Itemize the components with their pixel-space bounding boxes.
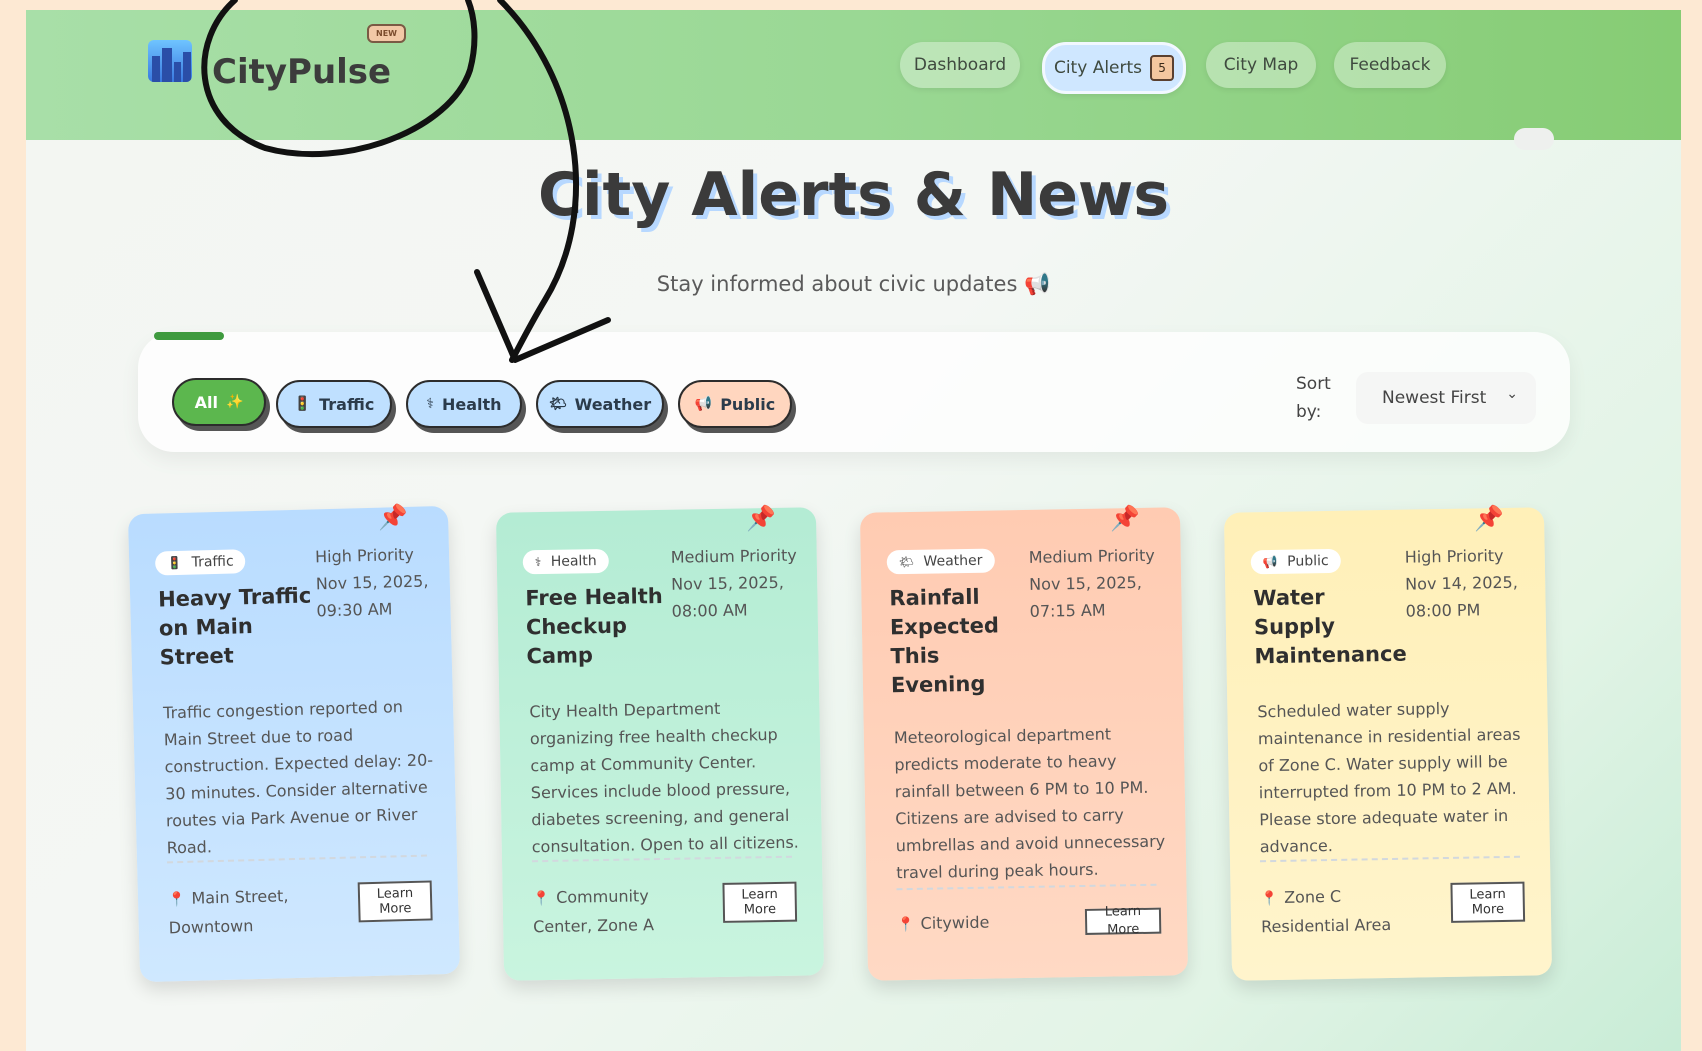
alert-meta: Medium Priority Nov 15, 2025, 08:00 AM bbox=[671, 542, 802, 625]
filter-health-label: Health bbox=[442, 394, 502, 414]
alert-location-text: Zone C Residential Area bbox=[1261, 886, 1392, 937]
learn-more-button[interactable]: Learn More bbox=[357, 880, 433, 923]
filter-weather[interactable]: 🌤 Weather bbox=[536, 380, 664, 428]
learn-more-button[interactable]: Learn More bbox=[722, 881, 798, 923]
alert-meta: High Priority Nov 15, 2025, 09:30 AM bbox=[315, 540, 447, 624]
sort-label: Sort by: bbox=[1296, 374, 1331, 422]
health-icon: ⚕ bbox=[426, 396, 434, 412]
alert-meta: Medium Priority Nov 15, 2025, 07:15 AM bbox=[1029, 542, 1160, 625]
pin-icon: 📌 bbox=[1473, 503, 1505, 533]
nav-feedback-label: Feedback bbox=[1349, 55, 1431, 75]
filter-all-label: All bbox=[194, 392, 218, 412]
filter-traffic[interactable]: 🚦 Traffic bbox=[276, 380, 392, 428]
filter-health[interactable]: ⚕ Health bbox=[406, 380, 522, 428]
megaphone-icon: 📢 bbox=[1262, 554, 1278, 570]
alert-description: Scheduled water supply maintenance in re… bbox=[1257, 698, 1521, 857]
alert-time: 09:30 AM bbox=[316, 599, 393, 621]
learn-more-button[interactable]: Learn More bbox=[1450, 881, 1526, 923]
category-tag: 🚦 Traffic bbox=[154, 549, 246, 576]
category-tag: 🌤 Weather bbox=[886, 548, 995, 575]
priority-label: High Priority bbox=[314, 544, 415, 567]
nav-dashboard-label: Dashboard bbox=[913, 55, 1007, 75]
traffic-light-icon: 🚦 bbox=[167, 555, 183, 571]
alert-card-health[interactable]: 📌 ⚕ Health Medium Priority Nov 15, 2025,… bbox=[495, 503, 825, 981]
filter-traffic-label: Traffic bbox=[319, 394, 375, 414]
filter-public-label: Public bbox=[720, 394, 776, 414]
location-pin-icon: 📍 bbox=[167, 891, 186, 909]
alert-time: 07:15 AM bbox=[1029, 600, 1106, 621]
alert-location: 📍 Citywide bbox=[897, 907, 1067, 939]
sparkle-icon: ✨ bbox=[225, 394, 244, 410]
megaphone-icon: 📢 bbox=[694, 396, 713, 412]
category-tag-label: Health bbox=[550, 553, 597, 570]
cloud-decoration bbox=[1514, 128, 1554, 150]
page-subtitle: Stay informed about civic updates 📢 bbox=[656, 272, 1051, 296]
alert-meta: High Priority Nov 14, 2025, 08:00 PM bbox=[1405, 541, 1536, 624]
alert-title: Free Health Checkup Camp bbox=[525, 583, 663, 669]
alert-card-public[interactable]: 📌 📢 Public High Priority Nov 14, 2025, 0… bbox=[1223, 503, 1553, 981]
alerts-count-badge: 5 bbox=[1150, 55, 1175, 81]
category-tag-label: Weather bbox=[923, 552, 983, 570]
top-header: CityPulse NEW Dashboard City Alerts 5 Ci… bbox=[26, 10, 1681, 140]
app-name[interactable]: CityPulse bbox=[212, 52, 391, 92]
alert-location-text: Main Street, Downtown bbox=[168, 886, 289, 938]
filter-panel-accent bbox=[154, 332, 224, 340]
pin-icon: 📌 bbox=[1109, 503, 1141, 533]
nav-feedback[interactable]: Feedback bbox=[1334, 42, 1446, 88]
location-pin-icon: 📍 bbox=[897, 916, 915, 934]
weather-icon: 🌤 bbox=[898, 554, 915, 570]
alert-time: 08:00 PM bbox=[1405, 600, 1481, 621]
priority-label: Medium Priority bbox=[670, 545, 797, 567]
filter-all[interactable]: All ✨ bbox=[172, 378, 266, 426]
alert-date: Nov 15, 2025, bbox=[1029, 572, 1143, 594]
filter-public[interactable]: 📢 Public bbox=[678, 380, 792, 428]
nav-city-alerts-label: City Alerts bbox=[1053, 58, 1143, 78]
sort-select-value: Newest First bbox=[1382, 388, 1487, 408]
pin-icon: 📌 bbox=[745, 503, 777, 533]
alert-date: Nov 15, 2025, bbox=[315, 571, 429, 594]
nav-city-map[interactable]: City Map bbox=[1206, 42, 1316, 88]
priority-label: High Priority bbox=[1404, 545, 1504, 567]
location-pin-icon: 📍 bbox=[532, 890, 551, 908]
alert-description: Traffic congestion reported on Main Stre… bbox=[162, 697, 434, 858]
health-icon: ⚕ bbox=[534, 555, 542, 570]
alert-location: 📍 Zone C Residential Area bbox=[1260, 881, 1431, 940]
alert-location: 📍 Community Center, Zone A bbox=[532, 881, 703, 940]
category-tag-label: Public bbox=[1287, 553, 1329, 570]
alert-description: City Health Department organizing free h… bbox=[529, 698, 799, 857]
alert-card-weather[interactable]: 📌 🌤 Weather Medium Priority Nov 15, 2025… bbox=[859, 503, 1189, 981]
alert-title: Rainfall Expected This Evening bbox=[889, 584, 1000, 698]
filter-weather-label: Weather bbox=[574, 394, 652, 414]
nav-dashboard[interactable]: Dashboard bbox=[900, 42, 1020, 88]
new-badge: NEW bbox=[367, 24, 406, 43]
alert-date: Nov 14, 2025, bbox=[1405, 572, 1519, 594]
alert-title: Water Supply Maintenance bbox=[1253, 585, 1407, 669]
priority-label: Medium Priority bbox=[1028, 545, 1155, 567]
nav-city-map-label: City Map bbox=[1223, 55, 1299, 75]
alert-location: 📍 Main Street, Downtown bbox=[168, 881, 339, 941]
alert-card-traffic[interactable]: 📌 🚦 Traffic High Priority Nov 15, 2025, … bbox=[127, 502, 461, 983]
category-tag: 📢 Public bbox=[1250, 548, 1341, 575]
alert-description: Meteorological department predicts moder… bbox=[893, 724, 1166, 883]
location-pin-icon: 📍 bbox=[1260, 890, 1279, 908]
weather-icon: 🌤 bbox=[548, 396, 567, 412]
app-frame: CityPulse NEW Dashboard City Alerts 5 Ci… bbox=[26, 10, 1681, 1051]
traffic-light-icon: 🚦 bbox=[293, 396, 312, 412]
sort-select[interactable]: Newest First ⌄ bbox=[1356, 372, 1536, 424]
alert-location-text: Community Center, Zone A bbox=[533, 886, 655, 937]
alert-location-text: Citywide bbox=[920, 912, 990, 933]
learn-more-button[interactable]: Learn More bbox=[1084, 904, 1162, 938]
city-logo-icon[interactable] bbox=[148, 40, 192, 82]
chevron-down-icon: ⌄ bbox=[1506, 386, 1518, 402]
alert-time: 08:00 AM bbox=[671, 600, 748, 621]
pin-icon: 📌 bbox=[377, 502, 409, 532]
category-tag: ⚕ Health bbox=[522, 548, 609, 575]
alert-date: Nov 15, 2025, bbox=[671, 572, 785, 594]
page-title: City Alerts & News bbox=[537, 160, 1170, 230]
nav-city-alerts[interactable]: City Alerts 5 bbox=[1042, 42, 1186, 94]
alert-title: Heavy Traffic on Main Street bbox=[157, 583, 312, 670]
category-tag-label: Traffic bbox=[191, 553, 234, 571]
